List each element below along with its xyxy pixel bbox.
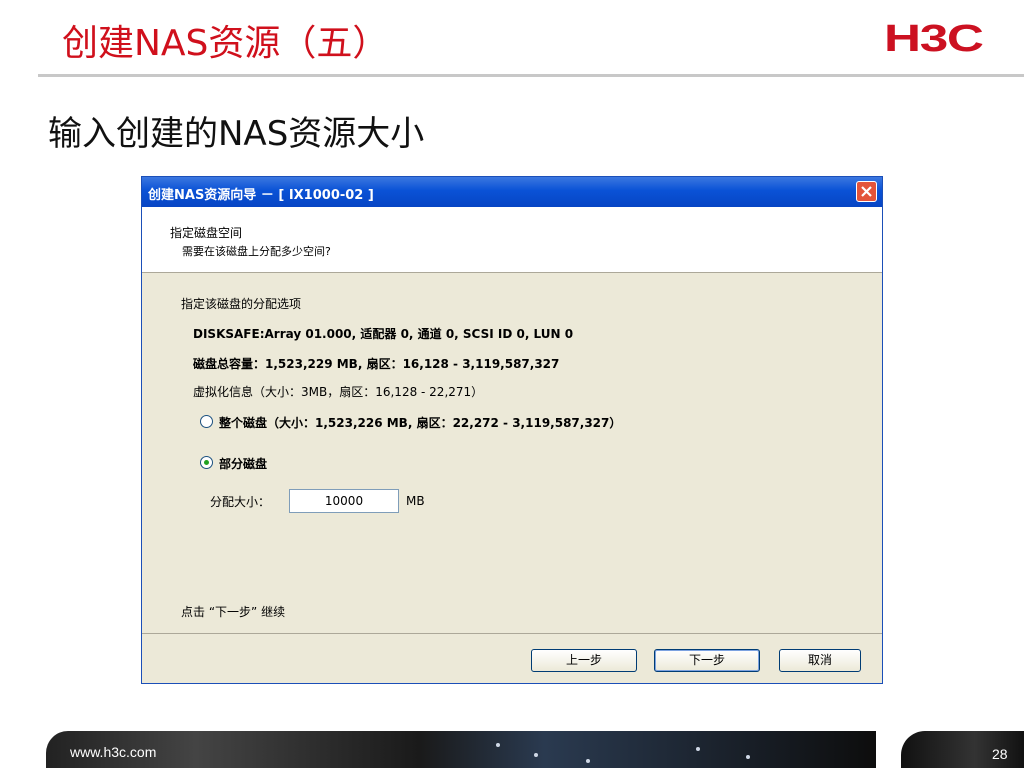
whole-disk-radio[interactable]: [200, 415, 213, 428]
partial-disk-radio[interactable]: [200, 456, 213, 469]
wizard-header-panel: 指定磁盘空间 需要在该磁盘上分配多少空间?: [142, 207, 882, 273]
footer-url: www.h3c.com: [70, 744, 157, 760]
virtualization-info: 虚拟化信息（大小：3MB，扇区：16,128 - 22,271）: [193, 385, 484, 399]
button-divider: [142, 633, 882, 634]
nas-wizard-dialog: 创建NAS资源向导 － [ IX1000-02 ] 指定磁盘空间 需要在该磁盘上…: [141, 176, 883, 684]
footer-band: [46, 731, 876, 768]
title-divider: [38, 74, 1024, 77]
footer-light-dot: [534, 753, 538, 757]
next-button[interactable]: 下一步: [654, 649, 760, 672]
footer-light-dot: [496, 743, 500, 747]
h3c-logo: H3C: [884, 18, 984, 60]
page-number: 28: [992, 746, 1008, 762]
footer-light-dot: [586, 759, 590, 763]
disk-info: DISKSAFE:Array 01.000, 适配器 0, 通道 0, SCSI…: [193, 327, 574, 341]
whole-disk-label[interactable]: 整个磁盘（大小：1,523,226 MB, 扇区：22,272 - 3,119,…: [219, 414, 621, 431]
footer-light-dot: [746, 755, 750, 759]
cancel-button[interactable]: 取消: [779, 649, 861, 672]
allocation-size-input[interactable]: 10000: [289, 489, 399, 513]
dialog-title: 创建NAS资源向导 － [ IX1000-02 ]: [148, 188, 374, 203]
size-unit: MB: [406, 494, 425, 508]
close-icon: [861, 186, 872, 197]
continue-hint: 点击 “下一步” 继续: [181, 605, 286, 619]
total-capacity: 磁盘总容量：1,523,229 MB, 扇区：16,128 - 3,119,58…: [193, 357, 560, 371]
wizard-content: 指定该磁盘的分配选项 DISKSAFE:Array 01.000, 适配器 0,…: [142, 273, 882, 633]
footer-light-dot: [696, 747, 700, 751]
allocation-size-label: 分配大小：: [210, 495, 271, 509]
section-label: 指定该磁盘的分配选项: [181, 297, 302, 311]
wizard-step-description: 需要在该磁盘上分配多少空间?: [182, 245, 331, 258]
dialog-titlebar[interactable]: 创建NAS资源向导 － [ IX1000-02 ]: [142, 177, 882, 207]
slide-title: 创建NAS资源（五）: [62, 23, 389, 64]
radio-selected-dot: [204, 460, 209, 465]
wizard-step-title: 指定磁盘空间: [170, 226, 243, 240]
back-button[interactable]: 上一步: [531, 649, 637, 672]
slide-subtitle: 输入创建的NAS资源大小: [48, 114, 425, 154]
close-button[interactable]: [856, 181, 877, 202]
partial-disk-label[interactable]: 部分磁盘: [219, 455, 267, 472]
